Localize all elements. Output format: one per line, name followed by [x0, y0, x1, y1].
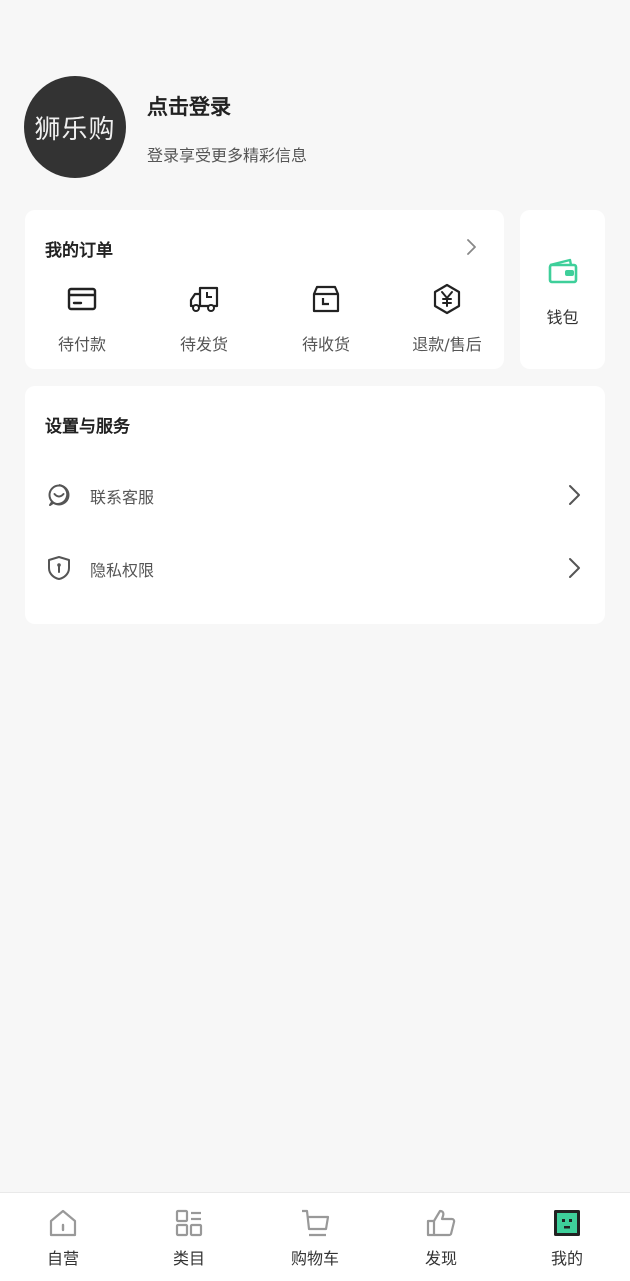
avatar-logo-text: 狮乐购	[34, 114, 116, 145]
delivery-truck-icon	[189, 286, 219, 312]
bottom-tab-bar: 自营 类目 购物车 发现 我的	[0, 1192, 630, 1281]
tab-label: 发现	[424, 1249, 457, 1268]
login-title[interactable]: 点击登录	[147, 91, 231, 121]
cart-icon	[302, 1209, 330, 1237]
wallet-label: 钱包	[546, 308, 579, 327]
services-title: 设置与服务	[45, 417, 130, 437]
order-item-label: 待发货	[179, 335, 228, 354]
tab-discover[interactable]: 发现	[378, 1193, 504, 1281]
orders-card: 我的订单 待付款 待发货 待收货 退款/售后	[25, 210, 504, 369]
service-item-label: 隐私权限	[90, 561, 155, 580]
wallet-icon	[548, 258, 578, 284]
package-box-icon	[312, 285, 340, 313]
yuan-shield-icon	[433, 283, 461, 315]
chevron-right-icon	[569, 485, 580, 505]
avatar[interactable]: 狮乐购	[24, 76, 126, 178]
service-item-customer-service[interactable]: 联系客服	[25, 470, 605, 520]
service-item-privacy[interactable]: 隐私权限	[25, 543, 605, 593]
login-subtitle: 登录享受更多精彩信息	[147, 146, 308, 165]
profile-face-icon	[554, 1210, 580, 1236]
card-payment-icon	[67, 287, 97, 311]
order-item-label: 待付款	[57, 335, 106, 354]
order-item-label: 退款/售后	[412, 335, 482, 354]
thumbs-up-icon	[426, 1209, 456, 1237]
service-item-label: 联系客服	[90, 488, 155, 507]
tab-self-operated[interactable]: 自营	[0, 1193, 126, 1281]
tab-label: 类目	[172, 1249, 205, 1268]
order-refund-aftersale[interactable]: 退款/售后	[392, 282, 502, 366]
tab-mine[interactable]: 我的	[504, 1193, 630, 1281]
tab-category[interactable]: 类目	[126, 1193, 252, 1281]
category-grid-icon	[175, 1209, 203, 1237]
customer-service-icon	[48, 484, 70, 506]
tab-cart[interactable]: 购物车	[252, 1193, 378, 1281]
order-pending-receipt[interactable]: 待收货	[271, 282, 381, 366]
home-icon	[49, 1209, 77, 1237]
services-card: 设置与服务 联系客服 隐私权限	[25, 386, 605, 624]
orders-title: 我的订单	[45, 241, 113, 261]
chevron-right-icon	[569, 558, 580, 578]
profile-header[interactable]: 狮乐购 点击登录 登录享受更多精彩信息	[0, 0, 630, 195]
wallet-card[interactable]: 钱包	[520, 210, 605, 369]
tab-label: 我的	[550, 1249, 583, 1268]
order-pending-shipment[interactable]: 待发货	[149, 282, 259, 366]
order-item-label: 待收货	[301, 335, 350, 354]
chevron-right-icon[interactable]	[462, 237, 482, 257]
order-pending-payment[interactable]: 待付款	[27, 282, 137, 366]
privacy-shield-icon	[48, 556, 70, 580]
tab-label: 购物车	[290, 1249, 339, 1268]
tab-label: 自营	[46, 1249, 79, 1268]
